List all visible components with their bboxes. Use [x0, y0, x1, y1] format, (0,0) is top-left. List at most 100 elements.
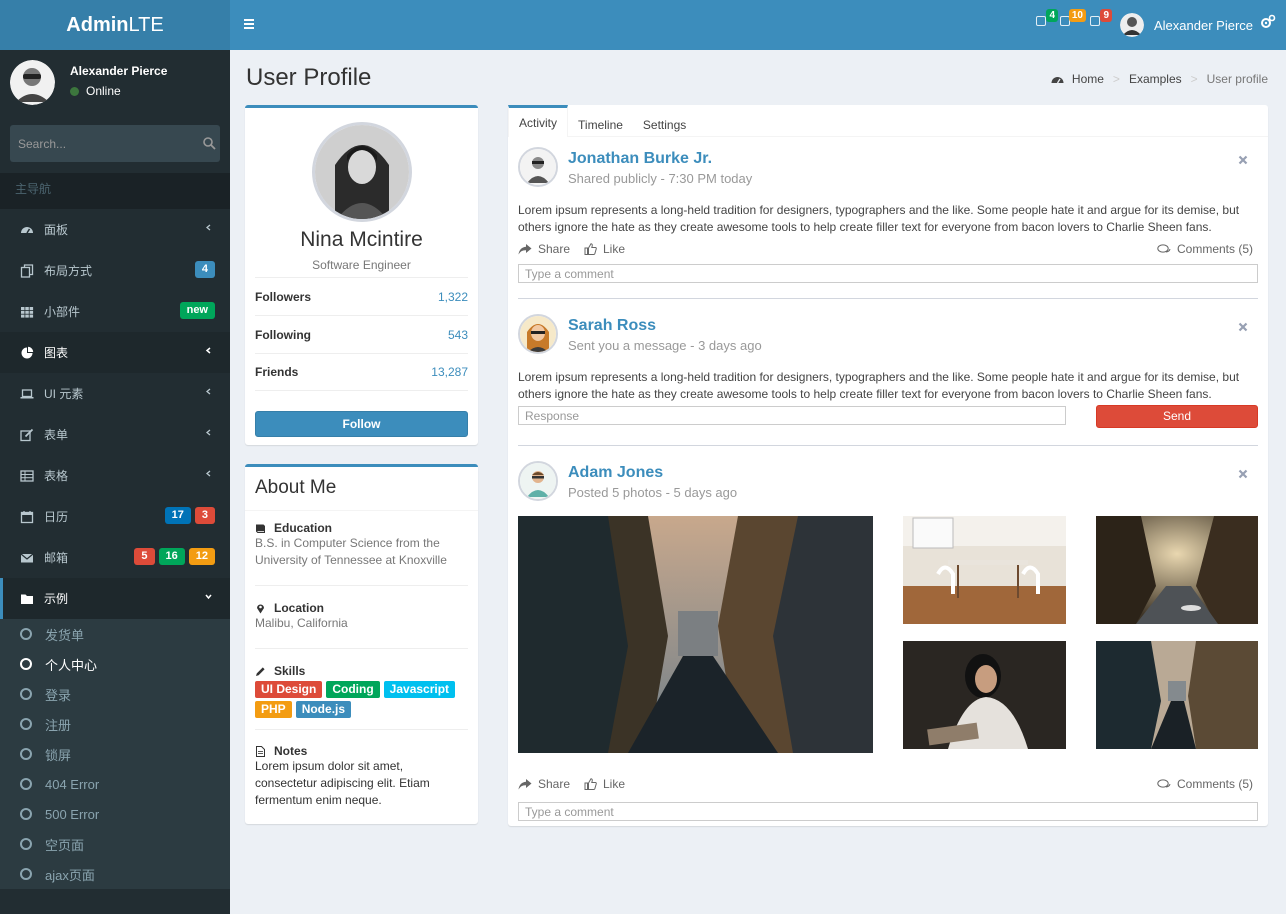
- gears-icon[interactable]: [1260, 14, 1276, 30]
- circle-icon: [20, 838, 32, 850]
- mailbox-badge-green: 16: [158, 548, 185, 565]
- breadcrumb-examples[interactable]: Examples: [1129, 72, 1182, 86]
- circle-icon: [20, 658, 32, 670]
- sidebar-user-name: Alexander Pierce: [70, 64, 168, 78]
- close-icon[interactable]: [1238, 155, 1248, 165]
- edit-icon: [20, 428, 34, 441]
- search-icon[interactable]: [202, 136, 216, 150]
- app-logo[interactable]: AdminLTE: [0, 0, 230, 50]
- photo-dining-room[interactable]: [903, 516, 1066, 624]
- share-link[interactable]: Share: [518, 242, 570, 256]
- tab-activity[interactable]: Activity: [508, 105, 569, 137]
- thumbs-up-icon: [584, 778, 597, 790]
- skill-label: UI Design: [255, 681, 323, 698]
- post-author-name[interactable]: Adam Jones: [568, 464, 663, 482]
- skill-label: Coding: [326, 681, 380, 698]
- profile-name: Nina Mcintire: [300, 228, 423, 251]
- sidebar-item-examples[interactable]: 示例: [0, 578, 230, 619]
- followers-count[interactable]: 1,322: [438, 290, 468, 304]
- messages-menu[interactable]: 4: [1032, 9, 1058, 31]
- like-link[interactable]: Like: [584, 242, 625, 256]
- circle-icon: [20, 628, 32, 640]
- submenu-item-login[interactable]: 登录: [0, 679, 230, 709]
- sidebar-toggle-icon[interactable]: [242, 14, 258, 34]
- tasks-menu[interactable]: 9: [1086, 9, 1112, 31]
- comment-input[interactable]: [518, 802, 1258, 821]
- post-author-name[interactable]: Jonathan Burke Jr.: [568, 150, 712, 168]
- post-text: Lorem ipsum represents a long-held tradi…: [518, 203, 1240, 234]
- close-icon[interactable]: [1238, 469, 1248, 479]
- sidebar-item-dashboard[interactable]: 面板: [0, 209, 230, 250]
- new-badge: new: [179, 302, 215, 319]
- following-count[interactable]: 543: [448, 328, 468, 342]
- submenu-item-blank[interactable]: 空页面: [0, 829, 230, 859]
- circle-icon: [20, 718, 32, 730]
- sidebar-item-charts[interactable]: 图表: [0, 332, 230, 373]
- profile-card: Nina Mcintire Software Engineer Follower…: [245, 105, 478, 445]
- sidebar-item-ui-elements[interactable]: UI 元素: [0, 373, 230, 414]
- about-location: Location Malibu, California: [255, 601, 348, 630]
- chevron-down-icon: [205, 594, 212, 600]
- share-link[interactable]: Share: [518, 777, 570, 791]
- photo-woman-reading[interactable]: [903, 641, 1066, 749]
- skill-label: Node.js: [295, 701, 352, 718]
- notifications-menu[interactable]: 10: [1056, 9, 1086, 31]
- sidebar-menu: 面板 布局方式 4 小部件 new 图表 UI 元素 表单 表格 日历 17 3…: [0, 209, 230, 889]
- calendar-count-badge: 17: [164, 507, 191, 524]
- sidebar-user-panel: Alexander Pierce Online: [10, 60, 220, 108]
- online-status: Online: [70, 84, 121, 98]
- submenu-item-register[interactable]: 注册: [0, 709, 230, 739]
- sidebar-item-calendar[interactable]: 日历 17 3: [0, 496, 230, 537]
- tab-settings[interactable]: Settings: [633, 105, 696, 137]
- sidebar-section-header: 主导航: [0, 173, 230, 209]
- photo-canal[interactable]: [1096, 516, 1258, 624]
- post-text: Lorem ipsum represents a long-held tradi…: [518, 370, 1240, 401]
- mail-icon: [1036, 16, 1046, 26]
- submenu-item-invoice[interactable]: 发货单: [0, 619, 230, 649]
- submenu-item-lockscreen[interactable]: 锁屏: [0, 739, 230, 769]
- submenu-item-500[interactable]: 500 Error: [0, 799, 230, 829]
- skill-label: Javascript: [383, 681, 456, 698]
- th-icon: [21, 306, 34, 318]
- chevron-left-icon: [205, 224, 211, 231]
- sidebar-search: [10, 125, 220, 162]
- post-jonathan: Jonathan Burke Jr. Shared publicly - 7:3…: [518, 147, 1258, 283]
- friends-count[interactable]: 13,287: [431, 365, 468, 379]
- breadcrumb-home[interactable]: Home: [1072, 72, 1104, 86]
- sidebar-search-input[interactable]: [10, 125, 192, 162]
- photo-street-large[interactable]: [518, 516, 873, 753]
- follow-button[interactable]: Follow: [255, 411, 468, 437]
- comments-icon: [1157, 778, 1171, 788]
- submenu-item-profile[interactable]: 个人中心: [0, 649, 230, 679]
- submenu-item-ajax[interactable]: ajax页面: [0, 859, 230, 889]
- send-button[interactable]: Send: [1096, 405, 1258, 428]
- notifications-count-badge: 10: [1068, 9, 1086, 22]
- layout-count-badge: 4: [194, 261, 215, 278]
- circle-icon: [20, 748, 32, 760]
- sidebar-item-forms[interactable]: 表单: [0, 414, 230, 455]
- tab-timeline[interactable]: Timeline: [568, 105, 633, 137]
- comments-link[interactable]: Comments (5): [1157, 242, 1253, 256]
- calendar-alert-badge: 3: [194, 507, 215, 524]
- dashboard-icon: [1051, 76, 1064, 83]
- sidebar-item-widgets[interactable]: 小部件 new: [0, 291, 230, 332]
- post-avatar: [518, 147, 558, 187]
- sidebar-item-mailbox[interactable]: 邮箱 5 16 12: [0, 537, 230, 578]
- about-education: Education B.S. in Computer Science from …: [255, 521, 447, 567]
- share-icon: [518, 243, 532, 254]
- like-link[interactable]: Like: [584, 777, 625, 791]
- sidebar-item-tables[interactable]: 表格: [0, 455, 230, 496]
- comment-input[interactable]: [518, 264, 1258, 283]
- chevron-left-icon: [205, 470, 211, 477]
- close-icon[interactable]: [1238, 322, 1248, 332]
- user-menu[interactable]: Alexander Pierce: [1120, 12, 1253, 38]
- comments-link[interactable]: Comments (5): [1157, 777, 1253, 791]
- photo-street-small[interactable]: [1096, 641, 1258, 749]
- post-author-name[interactable]: Sarah Ross: [568, 317, 656, 335]
- submenu-item-404[interactable]: 404 Error: [0, 769, 230, 799]
- response-input[interactable]: [518, 406, 1066, 425]
- circle-icon: [20, 868, 32, 880]
- sidebar-item-layout[interactable]: 布局方式 4: [0, 250, 230, 291]
- post-sarah: Sarah Ross Sent you a message - 3 days a…: [518, 314, 1258, 428]
- post-avatar: [518, 314, 558, 354]
